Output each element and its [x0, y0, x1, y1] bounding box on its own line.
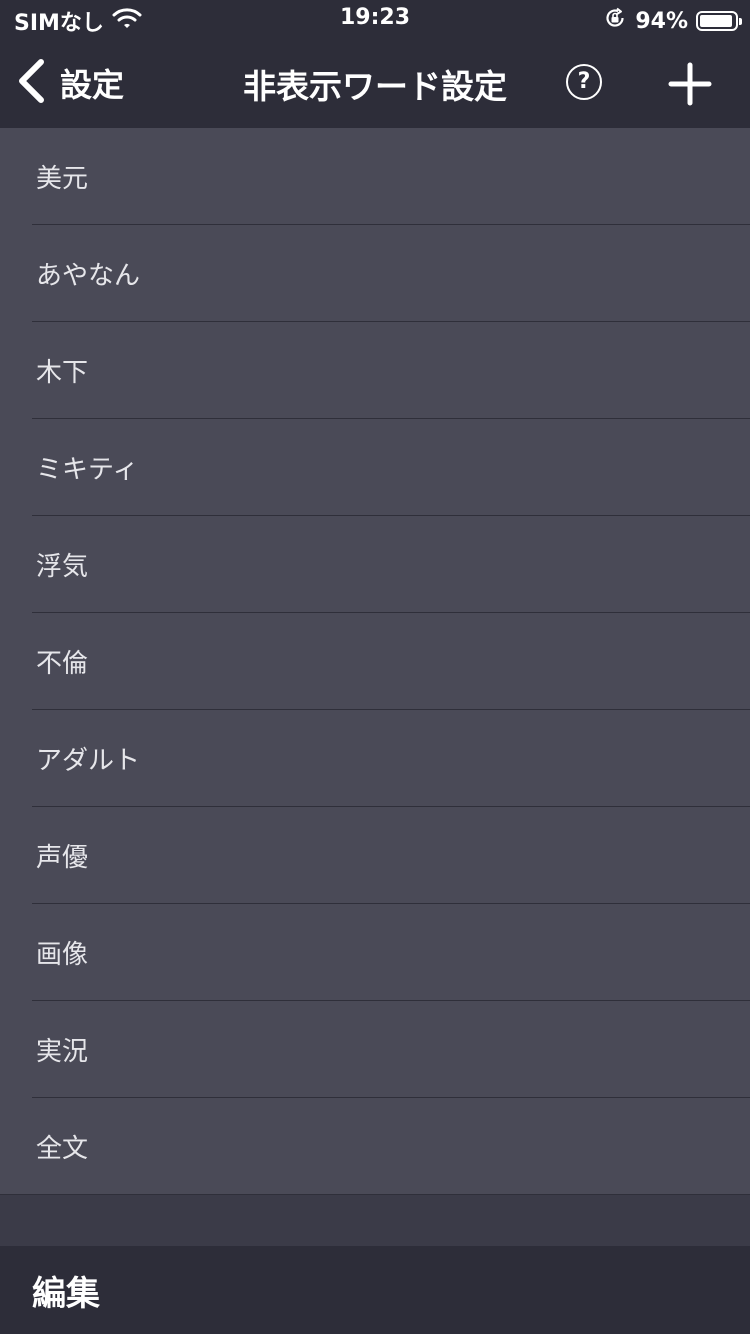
battery-percent: 94%	[635, 8, 688, 34]
battery-icon	[696, 11, 742, 31]
plus-icon[interactable]	[668, 62, 712, 106]
list-item-label: アダルト	[36, 746, 141, 776]
list-item[interactable]: あやなん	[0, 225, 750, 322]
list-item[interactable]: アダルト	[0, 710, 750, 807]
navigation-bar: 設定 非表示ワード設定 ?	[0, 40, 750, 128]
edit-button[interactable]: 編集	[32, 1266, 100, 1315]
list-item[interactable]: 木下	[0, 322, 750, 419]
battery-nub	[739, 18, 742, 25]
list-item[interactable]: 不倫	[0, 613, 750, 710]
list-item[interactable]: ミキティ	[0, 419, 750, 516]
list-item-label: 全文	[36, 1134, 89, 1164]
help-circle-icon[interactable]: ?	[566, 64, 602, 100]
battery-fill	[700, 15, 732, 27]
list-item-label: 実況	[36, 1037, 89, 1067]
list-item-label: 画像	[36, 940, 89, 970]
list-item[interactable]: 全文	[0, 1098, 750, 1195]
list-item[interactable]: 美元	[0, 128, 750, 225]
help-label: ?	[577, 69, 591, 94]
screen: SIMなし 19:23 94% 設定 非表示ワード設定 ? 美元 あやなん 木下…	[0, 0, 750, 1334]
list-item-label: 声優	[36, 843, 89, 873]
list-item[interactable]: 浮気	[0, 516, 750, 613]
list-item-label: 浮気	[36, 552, 89, 582]
status-bar: SIMなし 19:23 94%	[0, 0, 750, 40]
status-right-group: 94%	[603, 6, 742, 36]
orientation-lock-icon	[603, 6, 627, 36]
list-item-label: ミキティ	[36, 455, 139, 485]
bottom-toolbar: 編集	[0, 1246, 750, 1334]
list-item[interactable]: 画像	[0, 904, 750, 1001]
list-item-label: 美元	[36, 164, 89, 194]
list-item-label: 不倫	[36, 649, 89, 679]
list-item[interactable]: 実況	[0, 1001, 750, 1098]
hidden-word-list: 美元あやなん木下ミキティ浮気不倫アダルト声優画像実況全文	[0, 128, 750, 1195]
top-bar: SIMなし 19:23 94% 設定 非表示ワード設定 ?	[0, 0, 750, 129]
list-item[interactable]: 声優	[0, 807, 750, 904]
page-title: 非表示ワード設定	[243, 67, 507, 106]
list-item-label: あやなん	[36, 261, 141, 291]
list-item-label: 木下	[36, 358, 89, 388]
